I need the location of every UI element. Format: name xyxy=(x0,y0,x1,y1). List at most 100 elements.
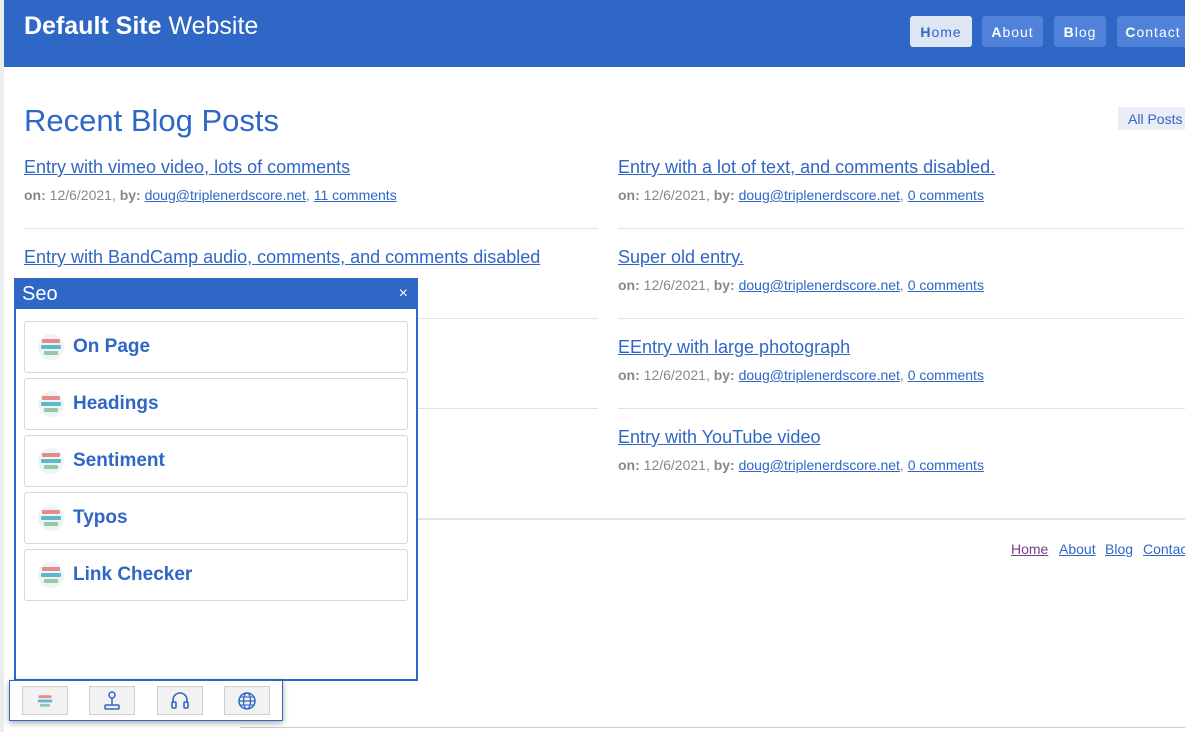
hey-check-it-logo-icon xyxy=(38,391,64,417)
hey-check-it-logo-icon xyxy=(35,691,55,710)
toolbar-logo-button[interactable] xyxy=(22,686,68,715)
nav-about[interactable]: About xyxy=(982,16,1043,47)
author-link[interactable]: doug@triplenerdscore.net xyxy=(739,367,900,383)
nav-contact[interactable]: Contact xyxy=(1117,16,1185,47)
post-entry: Entry with a lot of text, and comments d… xyxy=(618,157,1185,203)
by-label: by: xyxy=(713,277,735,293)
brand-rest: Website xyxy=(168,12,259,40)
comments-link[interactable]: 0 comments xyxy=(908,367,984,383)
nav-home-initial: H xyxy=(920,23,932,40)
post-divider xyxy=(618,228,1185,229)
author-link[interactable]: doug@triplenerdscore.net xyxy=(145,187,306,203)
hey-check-it-logo-icon xyxy=(38,505,64,531)
seo-item-link-checker[interactable]: Link Checker xyxy=(24,549,408,601)
post-entry: EEntry with large photograph on: 12/6/20… xyxy=(618,337,1185,383)
seo-item-label: Link Checker xyxy=(73,564,193,585)
post-meta: on: 12/6/2021, by: doug@triplenerdscore.… xyxy=(618,277,984,293)
post-meta: on: 12/6/2021, by: doug@triplenerdscore.… xyxy=(618,457,984,473)
post-date: 12/6/2021, xyxy=(49,187,116,203)
on-label: on: xyxy=(618,367,640,383)
seo-item-label: Sentiment xyxy=(73,450,165,471)
author-link[interactable]: doug@triplenerdscore.net xyxy=(739,277,900,293)
seo-item-label: Typos xyxy=(73,507,128,528)
on-label: on: xyxy=(618,457,640,473)
on-label: on: xyxy=(618,277,640,293)
post-divider xyxy=(618,318,1185,319)
nav-home[interactable]: Home xyxy=(910,16,972,47)
seo-panel-title: Seo xyxy=(22,283,58,305)
post-divider xyxy=(418,408,598,409)
post-meta: on: 12/6/2021, by: doug@triplenerdscore.… xyxy=(618,187,984,203)
by-label: by: xyxy=(713,457,735,473)
seo-item-label: On Page xyxy=(73,336,151,357)
site-header: Default Site Website Home About Blog Con… xyxy=(4,0,1185,67)
post-title-link[interactable]: Entry with vimeo video, lots of comments xyxy=(24,157,604,178)
comments-link[interactable]: 0 comments xyxy=(908,277,984,293)
nav-blog[interactable]: Blog xyxy=(1054,16,1106,47)
post-entry: Entry with BandCamp audio, comments, and… xyxy=(24,247,604,268)
footer-link-contact[interactable]: Contac xyxy=(1143,541,1185,557)
nav-about-rest: bout xyxy=(1002,23,1034,40)
post-entry: Super old entry. on: 12/6/2021, by: doug… xyxy=(618,247,1185,293)
seo-item-typos[interactable]: Typos xyxy=(24,492,408,544)
nav-contact-initial: C xyxy=(1125,23,1137,40)
post-entry: Entry with YouTube video on: 12/6/2021, … xyxy=(618,427,1185,473)
nav-blog-rest: log xyxy=(1074,23,1097,40)
post-title-link[interactable]: Entry with YouTube video xyxy=(618,427,1185,448)
by-label: by: xyxy=(119,187,141,203)
by-label: by: xyxy=(713,367,735,383)
seo-item-sentiment[interactable]: Sentiment xyxy=(24,435,408,487)
toolbar-joystick-button[interactable] xyxy=(89,686,135,715)
post-title-link[interactable]: Entry with BandCamp audio, comments, and… xyxy=(24,247,604,268)
hey-check-it-logo-icon xyxy=(38,334,64,360)
hey-check-it-logo-icon xyxy=(38,562,64,588)
seo-panel: Seo × On Page Headings Sentiment Typos L… xyxy=(14,278,418,681)
footer-link-blog[interactable]: Blog xyxy=(1105,541,1133,557)
globe-icon xyxy=(238,691,256,710)
by-label: by: xyxy=(713,187,735,203)
post-meta: on: 12/6/2021, by: doug@triplenerdscore.… xyxy=(24,187,397,203)
seo-toolbar xyxy=(9,680,283,721)
toolbar-globe-button[interactable] xyxy=(224,686,270,715)
nav-about-initial: A xyxy=(991,23,1003,40)
post-date: 12/6/2021, xyxy=(643,187,710,203)
seo-item-label: Headings xyxy=(73,393,159,414)
post-title-link[interactable]: Entry with a lot of text, and comments d… xyxy=(618,157,1185,178)
post-date: 12/6/2021, xyxy=(643,277,710,293)
site-brand[interactable]: Default Site Website xyxy=(24,12,258,41)
comments-link[interactable]: 0 comments xyxy=(908,187,984,203)
headset-icon xyxy=(171,691,189,709)
comments-link[interactable]: 0 comments xyxy=(908,457,984,473)
post-divider xyxy=(24,228,598,229)
seo-item-on-page[interactable]: On Page xyxy=(24,321,408,373)
comments-link[interactable]: 11 comments xyxy=(314,187,397,203)
on-label: on: xyxy=(24,187,46,203)
nav-blog-initial: B xyxy=(1063,23,1075,40)
footer-link-home[interactable]: Home xyxy=(1011,541,1048,557)
footer-link-about[interactable]: About xyxy=(1059,541,1096,557)
hey-check-it-logo-icon xyxy=(38,448,64,474)
post-title-link[interactable]: EEntry with large photograph xyxy=(618,337,1185,358)
post-divider xyxy=(418,318,598,319)
toolbar-support-button[interactable] xyxy=(157,686,203,715)
brand-bold: Default Site xyxy=(24,12,162,40)
author-link[interactable]: doug@triplenerdscore.net xyxy=(739,187,900,203)
post-meta: on: 12/6/2021, by: doug@triplenerdscore.… xyxy=(618,367,984,383)
seo-panel-header: Seo × xyxy=(16,280,416,309)
post-date: 12/6/2021, xyxy=(643,367,710,383)
footer-divider xyxy=(416,518,1185,520)
on-label: on: xyxy=(618,187,640,203)
joystick-icon xyxy=(104,690,120,710)
seo-item-headings[interactable]: Headings xyxy=(24,378,408,430)
post-divider xyxy=(618,408,1185,409)
nav-home-rest: ome xyxy=(931,23,962,40)
bottom-divider xyxy=(240,727,1185,728)
all-posts-button[interactable]: All Posts xyxy=(1118,107,1185,130)
post-date: 12/6/2021, xyxy=(643,457,710,473)
post-entry: Entry with vimeo video, lots of comments… xyxy=(24,157,604,203)
post-title-link[interactable]: Super old entry. xyxy=(618,247,1185,268)
page-title: Recent Blog Posts xyxy=(24,103,280,138)
close-icon[interactable]: × xyxy=(399,285,408,303)
nav-contact-rest: ontact xyxy=(1136,23,1181,40)
author-link[interactable]: doug@triplenerdscore.net xyxy=(739,457,900,473)
